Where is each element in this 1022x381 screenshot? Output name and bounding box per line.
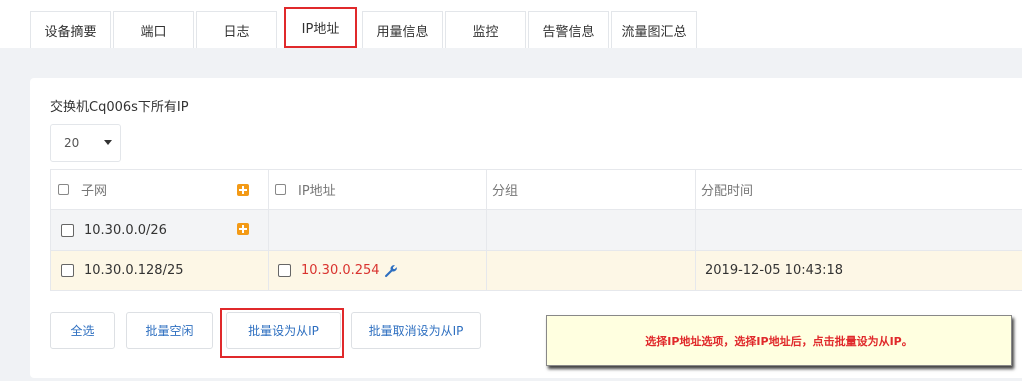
- select-all-button[interactable]: 全选: [50, 312, 115, 349]
- batch-free-button[interactable]: 批量空闲: [126, 312, 213, 349]
- tab-ip-address[interactable]: IP地址: [284, 7, 357, 48]
- tab-label: 设备摘要: [44, 24, 97, 40]
- instruction-note: 选择IP地址选项，选择IP地址后，点击批量设为从IP。: [546, 315, 1012, 366]
- expand-plus-icon[interactable]: [237, 223, 249, 235]
- header-subnet-checkbox[interactable]: [58, 184, 69, 195]
- ip-checkbox[interactable]: [278, 264, 291, 277]
- tab-label: 告警信息: [542, 24, 595, 40]
- tab-alarm-info[interactable]: 告警信息: [528, 11, 609, 48]
- page-size-value: 20: [64, 136, 80, 150]
- assign-time-text: 2019-12-05 10:43:18: [705, 263, 844, 278]
- ip-cell: [268, 209, 486, 250]
- tab-label: IP地址: [301, 22, 340, 37]
- ip-address-text: 10.30.0.254: [301, 263, 380, 278]
- time-cell: [695, 209, 1022, 250]
- subnet-text: 10.30.0.0/26: [84, 222, 167, 238]
- card-title: 交换机Cq006s下所有IP: [50, 100, 189, 115]
- ip-cell: 10.30.0.254: [268, 250, 486, 290]
- tab-device-summary[interactable]: 设备摘要: [30, 11, 111, 48]
- group-cell: [486, 209, 695, 250]
- page-size-select[interactable]: 20: [50, 124, 121, 162]
- tab-logs[interactable]: 日志: [196, 11, 277, 48]
- tab-label: 日志: [223, 24, 250, 40]
- header-label: 分配时间: [701, 184, 754, 199]
- table-row[interactable]: 10.30.0.128/25 10.30.0.254 2019-12-05 10…: [50, 250, 1022, 291]
- row-checkbox[interactable]: [61, 223, 74, 237]
- caret-down-icon: [104, 140, 112, 145]
- header-time: 分配时间: [695, 169, 1022, 209]
- table-row[interactable]: 10.30.0.0/26: [50, 209, 1022, 250]
- group-cell: [486, 250, 695, 290]
- tab-monitoring[interactable]: 监控: [445, 11, 526, 48]
- wrench-icon[interactable]: [384, 264, 398, 278]
- header-label: 分组: [492, 184, 519, 199]
- header-subnet: 子网: [50, 169, 268, 209]
- tab-ports[interactable]: 端口: [113, 11, 194, 48]
- tab-usage-info[interactable]: 用量信息: [362, 11, 443, 48]
- subnet-text: 10.30.0.128/25: [84, 263, 184, 278]
- tab-label: 用量信息: [376, 24, 429, 40]
- batch-unset-secondary-ip-button[interactable]: 批量取消设为从IP: [351, 312, 481, 349]
- tab-label: 流量图汇总: [621, 24, 687, 40]
- header-label: 子网: [81, 184, 108, 199]
- batch-set-secondary-ip-button[interactable]: 批量设为从IP: [226, 312, 341, 349]
- row-checkbox[interactable]: [61, 264, 74, 277]
- tab-traffic-summary[interactable]: 流量图汇总: [611, 11, 697, 48]
- tab-bar: 设备摘要 端口 日志 IP地址 用量信息 监控 告警信息 流量图汇总: [0, 0, 1022, 48]
- header-label: IP地址: [298, 184, 336, 199]
- subnet-cell: 10.30.0.128/25: [50, 250, 268, 290]
- subnet-cell: 10.30.0.0/26: [50, 209, 268, 250]
- tab-label: 端口: [140, 24, 167, 40]
- tab-label: 监控: [472, 24, 499, 40]
- time-cell: 2019-12-05 10:43:18: [695, 250, 1022, 290]
- table-header: 子网 IP地址 分组 分配时间: [50, 169, 1022, 209]
- header-group: 分组: [486, 169, 695, 209]
- header-ip: IP地址: [268, 169, 486, 209]
- header-ip-checkbox[interactable]: [275, 184, 286, 195]
- expand-plus-icon[interactable]: [237, 184, 249, 196]
